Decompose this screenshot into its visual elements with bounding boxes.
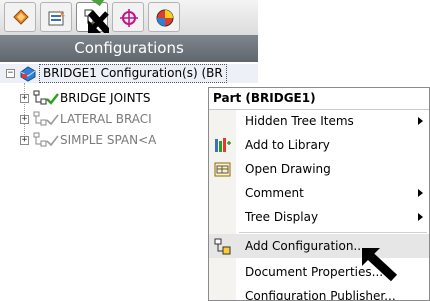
menu-separator [239,232,427,233]
menu-item-open-drawing[interactable]: Open Drawing [209,157,429,181]
tree-root-row[interactable]: − BRIDGE1 Configuration(s) (BR [0,64,258,83]
expand-icon[interactable]: + [20,115,29,124]
add-configuration-icon [214,238,231,255]
tree-item-config[interactable]: + SIMPLE SPAN<A [0,131,210,150]
menu-item-label: Add Configuration... [245,239,365,253]
menu-item-label: Configuration Publisher... [245,289,396,301]
inactive-check-icon [46,114,59,126]
tree-item-config[interactable]: + LATERAL BRACI [0,110,210,129]
menu-item-label: Add to Library [245,138,330,152]
submenu-arrow-icon [418,213,423,221]
tree-item-label: BRIDGE JOINTS [60,91,151,105]
inactive-check-icon [46,135,59,147]
tab-dimxpert-manager[interactable] [112,2,144,32]
part-icon [20,66,36,82]
expand-icon[interactable]: + [20,94,29,103]
configuration-node-icon [33,132,47,147]
menu-item-label: Open Drawing [245,162,331,176]
menu-item-comment[interactable]: Comment [209,181,429,205]
open-drawing-icon [214,162,231,177]
tab-display-manager[interactable] [148,2,180,32]
menu-item-configuration-publisher[interactable]: Configuration Publisher... [209,284,429,301]
submenu-arrow-icon [418,189,423,197]
dimxpert-manager-icon [120,9,138,27]
menu-item-label: Hidden Tree Items [245,114,354,128]
property-manager-icon [48,10,65,26]
tree-item-config[interactable]: + BRIDGE JOINTS [0,89,210,108]
collapse-icon[interactable]: − [6,69,15,78]
tab-property-manager[interactable] [40,2,72,32]
expand-icon[interactable]: + [20,136,29,145]
tab-feature-manager[interactable] [4,2,36,32]
menu-item-add-to-library[interactable]: Add to Library [209,133,429,157]
context-menu-title: Part (BRIDGE1) [209,88,429,110]
submenu-arrow-icon [418,117,423,125]
menu-item-label: Comment [245,186,304,200]
mouse-pointer-icon [88,10,109,33]
configuration-node-icon [33,111,47,126]
manager-tab-bar [0,0,258,35]
menu-item-label: Tree Display [245,210,319,224]
tree-root-label: BRIDGE1 Configuration(s) (BR [39,64,227,83]
menu-item-tree-display[interactable]: Tree Display [209,205,429,229]
menu-item-hidden-tree-items[interactable]: Hidden Tree Items [209,109,429,133]
tree-item-label: LATERAL BRACI [60,112,152,126]
tree-item-label: SIMPLE SPAN<A [60,133,157,147]
add-to-library-icon [215,138,231,152]
active-check-icon [46,93,59,105]
configuration-node-icon [33,90,47,105]
display-manager-icon [156,9,174,27]
feature-manager-icon [13,9,29,25]
panel-header-title: Configurations [0,35,258,62]
mouse-pointer-icon [362,248,398,282]
